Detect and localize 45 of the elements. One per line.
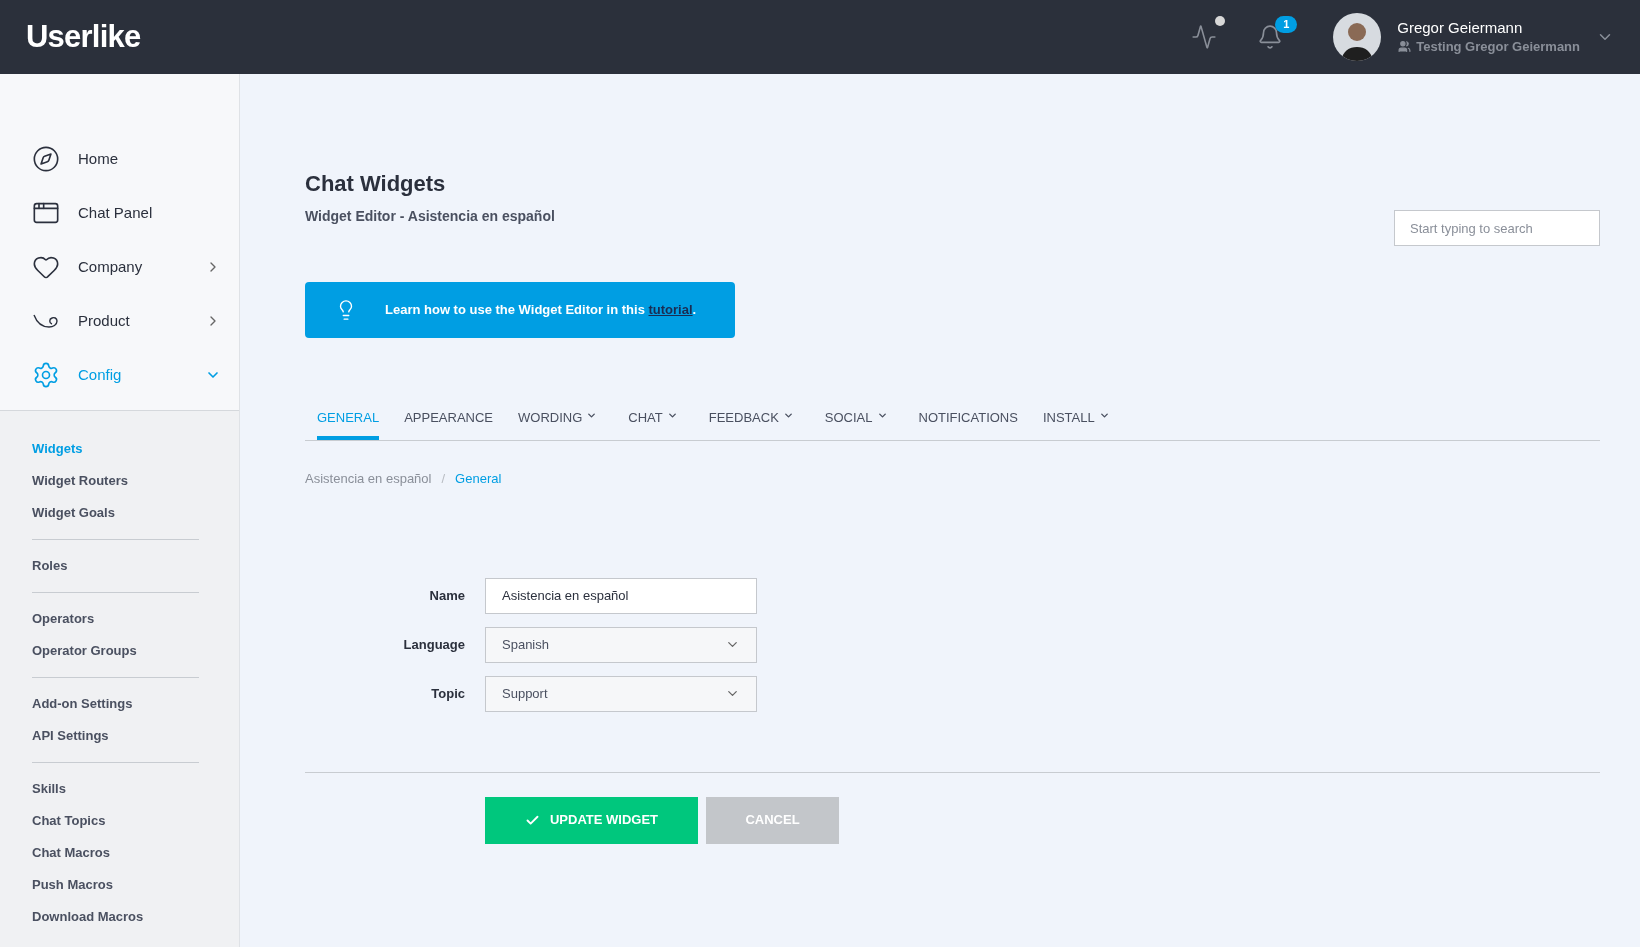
field-label: Language	[402, 635, 466, 654]
user-subtitle: Testing Gregor Geiermann	[1416, 37, 1580, 56]
sidebar-item[interactable]: Chat Topics	[32, 805, 199, 837]
sidebar-item[interactable]: Skills	[32, 773, 199, 805]
search-field[interactable]: Start typing to search	[1394, 210, 1600, 246]
nav-item[interactable]: Company	[0, 240, 239, 294]
nav-item[interactable]: Product	[0, 294, 239, 348]
bell-icon[interactable]	[1257, 24, 1284, 50]
sidebar-item[interactable]: Operators	[32, 603, 199, 635]
tab[interactable]: INSTALL	[1042, 400, 1116, 440]
user-name: Gregor Geiermann	[1397, 17, 1524, 37]
breadcrumb-separator: /	[441, 470, 446, 488]
sidebar-item[interactable]: Operator Groups	[32, 635, 199, 667]
nav-item[interactable]: Home	[0, 132, 239, 186]
sidebar-item[interactable]: Widget Routers	[32, 465, 199, 497]
sidebar-item[interactable]: Roles	[32, 550, 199, 582]
tab[interactable]: SOCIAL	[824, 400, 894, 440]
nav-item[interactable]: Chat Panel	[0, 186, 239, 240]
tab[interactable]: CHAT	[628, 400, 684, 440]
sidebar-item[interactable]: Add-on Settings	[32, 688, 199, 720]
settings-icon	[32, 361, 60, 389]
banner-text: Learn how to use the Widget Editor in this tutorial.	[385, 301, 697, 320]
tab[interactable]: FEEDBACK	[708, 400, 800, 440]
select-field[interactable]: Spanish	[485, 626, 757, 663]
sidebar-item[interactable]: Push Macros	[32, 869, 199, 901]
tutorial-link[interactable]: tutorial	[648, 302, 693, 318]
sidebar-item[interactable]: Download Macros	[32, 901, 199, 933]
activity-icon[interactable]	[1191, 24, 1218, 50]
avatar[interactable]	[1333, 13, 1382, 61]
tab[interactable]: APPEARANCE	[404, 400, 493, 440]
tab[interactable]: NOTIFICATIONS	[918, 400, 1018, 440]
compass-icon	[32, 145, 60, 173]
page-title: Chat Widgets	[305, 170, 447, 198]
page-subtitle: Widget Editor - Asistencia en español	[305, 207, 555, 226]
field-label: Name	[428, 586, 466, 605]
select-field[interactable]: Support	[485, 675, 757, 712]
sidebar-item[interactable]: API Settings	[32, 720, 199, 752]
field-label: Topic	[430, 684, 466, 703]
sidebar-item[interactable]: Widget Goals	[32, 497, 199, 529]
users-icon	[1397, 40, 1413, 53]
sidebar-item[interactable]: Chat Macros	[32, 837, 199, 869]
logo[interactable]: Userlike	[26, 13, 141, 61]
tab[interactable]: WORDING	[518, 400, 604, 440]
text-field[interactable]: Asistencia en español	[485, 577, 757, 614]
notification-badge: 1	[1275, 16, 1298, 33]
